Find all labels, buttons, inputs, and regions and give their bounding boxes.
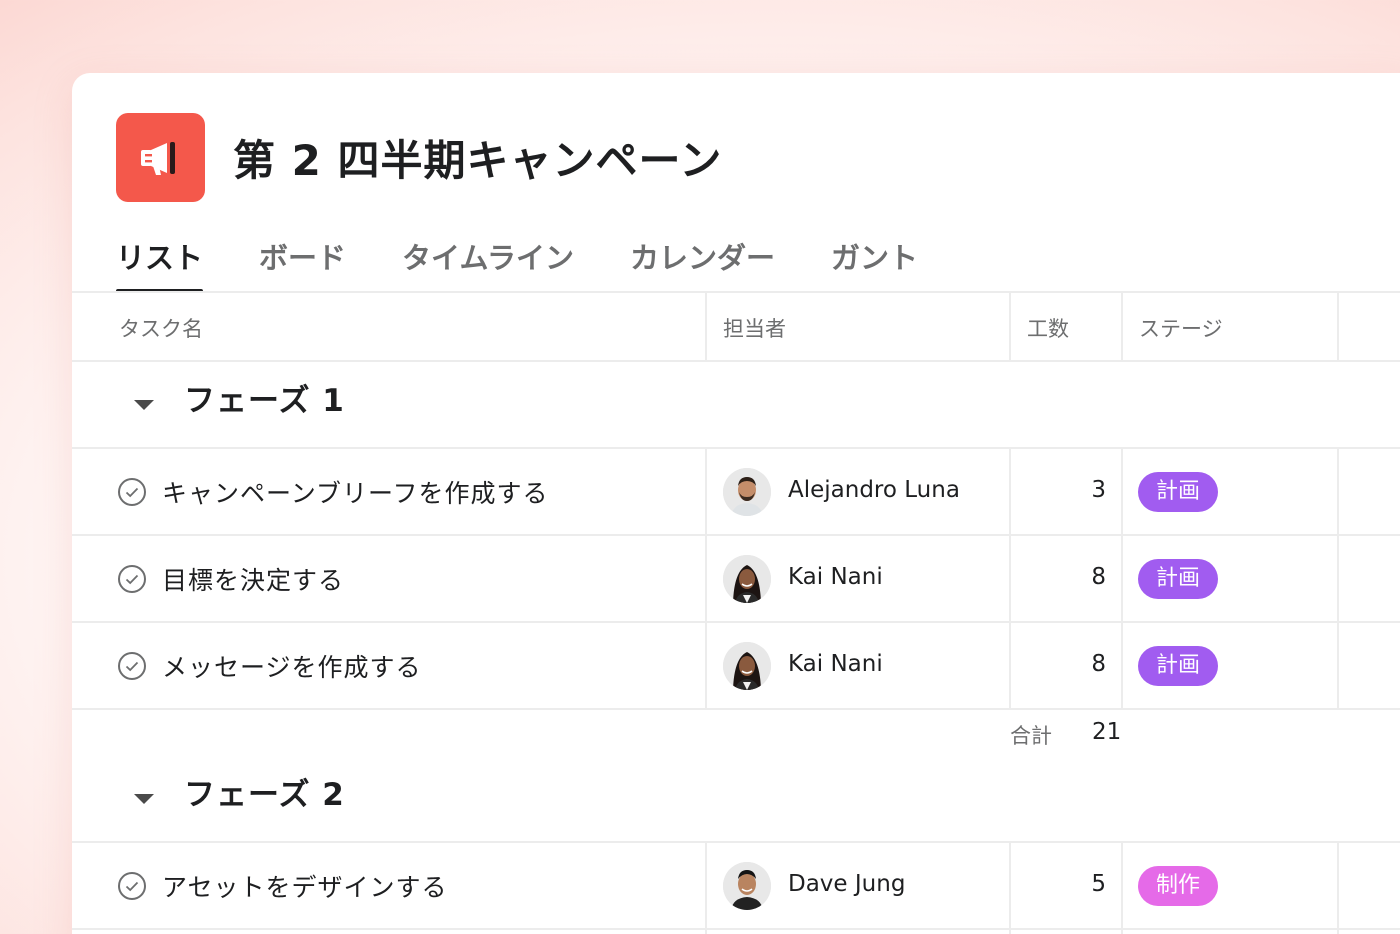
effort-value[interactable]: 8 (1012, 564, 1106, 590)
task-row[interactable]: 目標を決定する Kai Nani 8 計画 (72, 536, 1400, 621)
column-header-stage[interactable]: ステージ (1139, 313, 1223, 343)
check-circle-icon[interactable] (118, 872, 146, 900)
section-title: フェーズ 2 (184, 777, 345, 813)
stage-badge[interactable]: 計画 (1138, 472, 1219, 512)
tab-calendar[interactable]: カレンダー (630, 233, 775, 293)
task-row[interactable]: メッセージを作成する Kai Nani 8 計画 (72, 623, 1400, 708)
column-divider (1337, 291, 1339, 361)
total-label: 合計 (1010, 724, 1052, 748)
effort-value[interactable]: 3 (1012, 477, 1106, 503)
task-name[interactable]: アセットをデザインする (162, 868, 448, 904)
assignee-name: Alejandro Luna (788, 477, 960, 503)
avatar (723, 642, 771, 690)
column-header-effort[interactable]: 工数 (1027, 313, 1069, 343)
task-row[interactable]: アセットをデザインする Dave Jung 5 制作 (72, 843, 1400, 928)
view-tabs: リスト ボード タイムライン カレンダー ガント (116, 233, 974, 293)
stage-badge[interactable]: 計画 (1138, 559, 1219, 599)
total-value: 21 (1092, 719, 1122, 745)
divider (72, 928, 1400, 930)
caret-down-icon[interactable] (134, 399, 154, 410)
task-name[interactable]: 目標を決定する (162, 561, 344, 597)
project-header: 第 2 四半期キャンペーン (116, 113, 722, 202)
assignee-name: Kai Nani (788, 564, 883, 590)
task-name[interactable]: メッセージを作成する (162, 648, 422, 684)
page-title: 第 2 四半期キャンペーン (233, 136, 723, 185)
column-header-assignee[interactable]: 担当者 (723, 313, 786, 343)
task-name[interactable]: キャンペーンブリーフを作成する (162, 474, 549, 510)
project-panel: 第 2 四半期キャンペーン リスト ボード タイムライン カレンダー ガント タ… (72, 73, 1400, 934)
column-header-task[interactable]: タスク名 (119, 313, 203, 343)
avatar (723, 555, 771, 603)
tab-list[interactable]: リスト (116, 233, 204, 293)
megaphone-icon (116, 113, 205, 202)
assignee-name: Kai Nani (788, 651, 883, 677)
divider (72, 360, 1400, 362)
column-divider (1009, 291, 1011, 361)
check-circle-icon[interactable] (118, 652, 146, 680)
section-header: フェーズ 1 (134, 375, 345, 420)
divider (72, 708, 1400, 710)
divider (72, 291, 1400, 293)
column-divider (1121, 291, 1123, 361)
effort-value[interactable]: 5 (1012, 871, 1106, 897)
section-title: フェーズ 1 (184, 383, 345, 419)
stage-badge[interactable]: 制作 (1138, 866, 1219, 906)
tab-board[interactable]: ボード (259, 233, 346, 293)
check-circle-icon[interactable] (118, 478, 146, 506)
column-divider (705, 291, 707, 361)
assignee-name: Dave Jung (788, 871, 906, 897)
stage-badge[interactable]: 計画 (1138, 646, 1219, 686)
avatar (723, 862, 771, 910)
check-circle-icon[interactable] (118, 565, 146, 593)
effort-value[interactable]: 8 (1012, 651, 1106, 677)
tab-timeline[interactable]: タイムライン (402, 233, 574, 293)
tab-gantt[interactable]: ガント (831, 233, 918, 293)
section-header: フェーズ 2 (134, 769, 345, 814)
avatar (723, 468, 771, 516)
caret-down-icon[interactable] (134, 793, 154, 804)
task-row[interactable]: キャンペーンブリーフを作成する Alejandro Luna 3 計画 (72, 449, 1400, 534)
